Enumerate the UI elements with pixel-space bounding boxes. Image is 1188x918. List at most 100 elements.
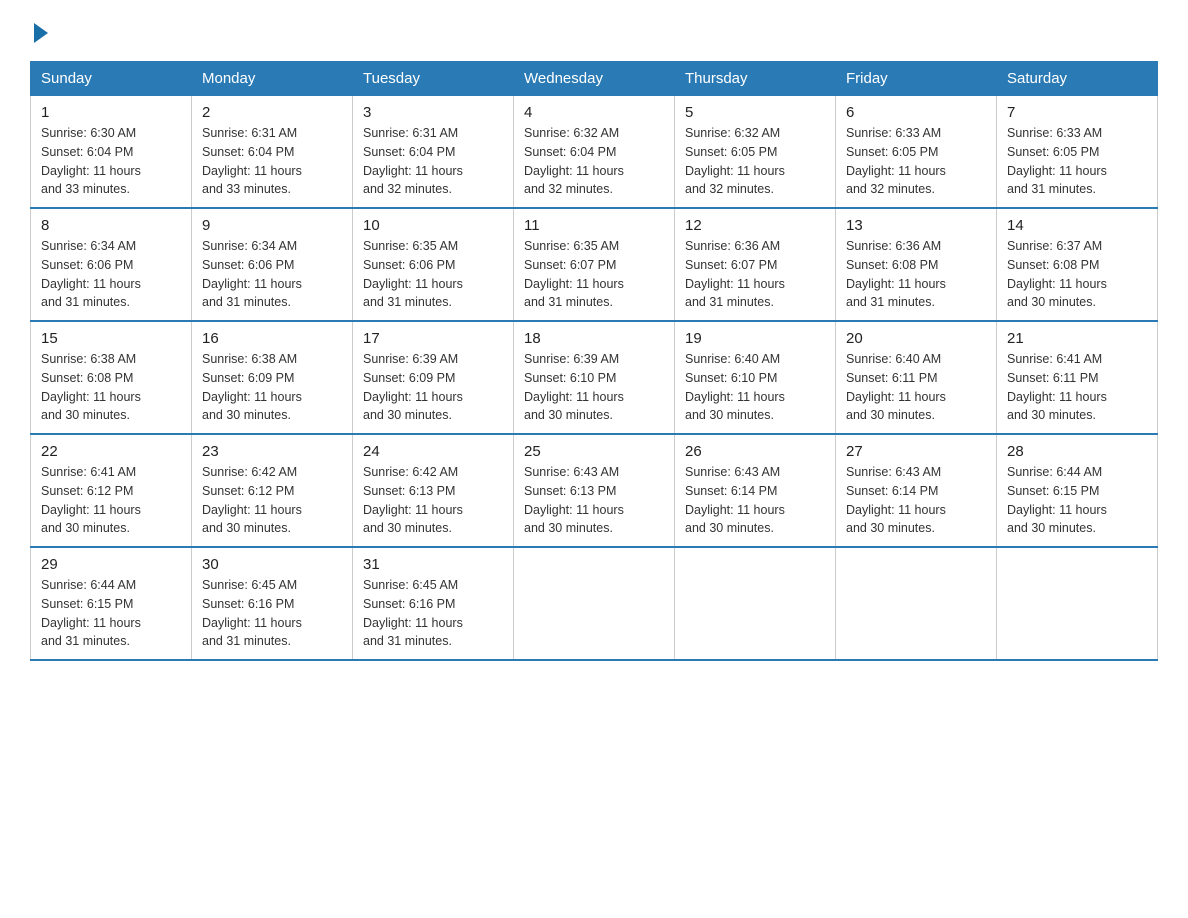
day-info: Sunrise: 6:42 AMSunset: 6:13 PMDaylight:… xyxy=(363,465,463,535)
calendar-cell: 22 Sunrise: 6:41 AMSunset: 6:12 PMDaylig… xyxy=(31,434,192,547)
page-header xyxy=(30,20,1158,43)
calendar-cell: 3 Sunrise: 6:31 AMSunset: 6:04 PMDayligh… xyxy=(353,96,514,209)
calendar-cell: 28 Sunrise: 6:44 AMSunset: 6:15 PMDaylig… xyxy=(997,434,1158,547)
day-info: Sunrise: 6:43 AMSunset: 6:14 PMDaylight:… xyxy=(685,465,785,535)
day-info: Sunrise: 6:40 AMSunset: 6:10 PMDaylight:… xyxy=(685,352,785,422)
header-thursday: Thursday xyxy=(675,62,836,96)
calendar-table: SundayMondayTuesdayWednesdayThursdayFrid… xyxy=(30,61,1158,661)
calendar-cell: 2 Sunrise: 6:31 AMSunset: 6:04 PMDayligh… xyxy=(192,96,353,209)
calendar-cell: 11 Sunrise: 6:35 AMSunset: 6:07 PMDaylig… xyxy=(514,208,675,321)
day-info: Sunrise: 6:31 AMSunset: 6:04 PMDaylight:… xyxy=(202,126,302,196)
day-number: 26 xyxy=(685,443,825,460)
calendar-cell: 26 Sunrise: 6:43 AMSunset: 6:14 PMDaylig… xyxy=(675,434,836,547)
day-info: Sunrise: 6:34 AMSunset: 6:06 PMDaylight:… xyxy=(41,239,141,309)
day-number: 21 xyxy=(1007,330,1147,347)
day-number: 6 xyxy=(846,104,986,121)
calendar-cell: 10 Sunrise: 6:35 AMSunset: 6:06 PMDaylig… xyxy=(353,208,514,321)
day-info: Sunrise: 6:31 AMSunset: 6:04 PMDaylight:… xyxy=(363,126,463,196)
header-monday: Monday xyxy=(192,62,353,96)
calendar-cell: 16 Sunrise: 6:38 AMSunset: 6:09 PMDaylig… xyxy=(192,321,353,434)
day-number: 9 xyxy=(202,217,342,234)
header-saturday: Saturday xyxy=(997,62,1158,96)
calendar-cell: 31 Sunrise: 6:45 AMSunset: 6:16 PMDaylig… xyxy=(353,547,514,660)
calendar-cell: 14 Sunrise: 6:37 AMSunset: 6:08 PMDaylig… xyxy=(997,208,1158,321)
day-info: Sunrise: 6:43 AMSunset: 6:13 PMDaylight:… xyxy=(524,465,624,535)
calendar-cell: 25 Sunrise: 6:43 AMSunset: 6:13 PMDaylig… xyxy=(514,434,675,547)
day-number: 5 xyxy=(685,104,825,121)
calendar-header-row: SundayMondayTuesdayWednesdayThursdayFrid… xyxy=(31,62,1158,96)
calendar-cell: 1 Sunrise: 6:30 AMSunset: 6:04 PMDayligh… xyxy=(31,96,192,209)
day-info: Sunrise: 6:43 AMSunset: 6:14 PMDaylight:… xyxy=(846,465,946,535)
calendar-cell: 4 Sunrise: 6:32 AMSunset: 6:04 PMDayligh… xyxy=(514,96,675,209)
day-number: 10 xyxy=(363,217,503,234)
calendar-cell xyxy=(997,547,1158,660)
calendar-cell: 8 Sunrise: 6:34 AMSunset: 6:06 PMDayligh… xyxy=(31,208,192,321)
day-number: 11 xyxy=(524,217,664,234)
day-info: Sunrise: 6:33 AMSunset: 6:05 PMDaylight:… xyxy=(1007,126,1107,196)
calendar-cell: 27 Sunrise: 6:43 AMSunset: 6:14 PMDaylig… xyxy=(836,434,997,547)
day-number: 19 xyxy=(685,330,825,347)
header-sunday: Sunday xyxy=(31,62,192,96)
day-number: 25 xyxy=(524,443,664,460)
day-info: Sunrise: 6:33 AMSunset: 6:05 PMDaylight:… xyxy=(846,126,946,196)
calendar-cell: 21 Sunrise: 6:41 AMSunset: 6:11 PMDaylig… xyxy=(997,321,1158,434)
logo-arrow-icon xyxy=(34,23,48,43)
week-row-3: 15 Sunrise: 6:38 AMSunset: 6:08 PMDaylig… xyxy=(31,321,1158,434)
day-number: 20 xyxy=(846,330,986,347)
calendar-cell: 20 Sunrise: 6:40 AMSunset: 6:11 PMDaylig… xyxy=(836,321,997,434)
day-info: Sunrise: 6:42 AMSunset: 6:12 PMDaylight:… xyxy=(202,465,302,535)
day-info: Sunrise: 6:40 AMSunset: 6:11 PMDaylight:… xyxy=(846,352,946,422)
day-number: 3 xyxy=(363,104,503,121)
day-info: Sunrise: 6:41 AMSunset: 6:12 PMDaylight:… xyxy=(41,465,141,535)
header-tuesday: Tuesday xyxy=(353,62,514,96)
day-info: Sunrise: 6:35 AMSunset: 6:07 PMDaylight:… xyxy=(524,239,624,309)
day-number: 22 xyxy=(41,443,181,460)
calendar-cell: 9 Sunrise: 6:34 AMSunset: 6:06 PMDayligh… xyxy=(192,208,353,321)
week-row-2: 8 Sunrise: 6:34 AMSunset: 6:06 PMDayligh… xyxy=(31,208,1158,321)
day-number: 8 xyxy=(41,217,181,234)
day-info: Sunrise: 6:32 AMSunset: 6:05 PMDaylight:… xyxy=(685,126,785,196)
day-info: Sunrise: 6:32 AMSunset: 6:04 PMDaylight:… xyxy=(524,126,624,196)
calendar-cell: 13 Sunrise: 6:36 AMSunset: 6:08 PMDaylig… xyxy=(836,208,997,321)
day-info: Sunrise: 6:34 AMSunset: 6:06 PMDaylight:… xyxy=(202,239,302,309)
calendar-cell: 7 Sunrise: 6:33 AMSunset: 6:05 PMDayligh… xyxy=(997,96,1158,209)
calendar-cell: 15 Sunrise: 6:38 AMSunset: 6:08 PMDaylig… xyxy=(31,321,192,434)
calendar-cell: 30 Sunrise: 6:45 AMSunset: 6:16 PMDaylig… xyxy=(192,547,353,660)
day-number: 16 xyxy=(202,330,342,347)
calendar-cell: 29 Sunrise: 6:44 AMSunset: 6:15 PMDaylig… xyxy=(31,547,192,660)
day-number: 24 xyxy=(363,443,503,460)
day-number: 18 xyxy=(524,330,664,347)
calendar-cell: 23 Sunrise: 6:42 AMSunset: 6:12 PMDaylig… xyxy=(192,434,353,547)
day-number: 12 xyxy=(685,217,825,234)
calendar-cell: 6 Sunrise: 6:33 AMSunset: 6:05 PMDayligh… xyxy=(836,96,997,209)
day-number: 30 xyxy=(202,556,342,573)
day-info: Sunrise: 6:36 AMSunset: 6:07 PMDaylight:… xyxy=(685,239,785,309)
day-number: 7 xyxy=(1007,104,1147,121)
day-info: Sunrise: 6:44 AMSunset: 6:15 PMDaylight:… xyxy=(1007,465,1107,535)
week-row-1: 1 Sunrise: 6:30 AMSunset: 6:04 PMDayligh… xyxy=(31,96,1158,209)
day-info: Sunrise: 6:39 AMSunset: 6:10 PMDaylight:… xyxy=(524,352,624,422)
day-info: Sunrise: 6:38 AMSunset: 6:09 PMDaylight:… xyxy=(202,352,302,422)
day-info: Sunrise: 6:37 AMSunset: 6:08 PMDaylight:… xyxy=(1007,239,1107,309)
day-number: 14 xyxy=(1007,217,1147,234)
day-info: Sunrise: 6:41 AMSunset: 6:11 PMDaylight:… xyxy=(1007,352,1107,422)
day-info: Sunrise: 6:45 AMSunset: 6:16 PMDaylight:… xyxy=(202,578,302,648)
day-number: 1 xyxy=(41,104,181,121)
day-number: 2 xyxy=(202,104,342,121)
day-number: 28 xyxy=(1007,443,1147,460)
calendar-cell: 24 Sunrise: 6:42 AMSunset: 6:13 PMDaylig… xyxy=(353,434,514,547)
day-number: 29 xyxy=(41,556,181,573)
calendar-cell xyxy=(675,547,836,660)
calendar-cell: 19 Sunrise: 6:40 AMSunset: 6:10 PMDaylig… xyxy=(675,321,836,434)
day-number: 15 xyxy=(41,330,181,347)
week-row-5: 29 Sunrise: 6:44 AMSunset: 6:15 PMDaylig… xyxy=(31,547,1158,660)
day-info: Sunrise: 6:30 AMSunset: 6:04 PMDaylight:… xyxy=(41,126,141,196)
day-info: Sunrise: 6:45 AMSunset: 6:16 PMDaylight:… xyxy=(363,578,463,648)
day-number: 27 xyxy=(846,443,986,460)
calendar-cell: 12 Sunrise: 6:36 AMSunset: 6:07 PMDaylig… xyxy=(675,208,836,321)
calendar-cell: 18 Sunrise: 6:39 AMSunset: 6:10 PMDaylig… xyxy=(514,321,675,434)
day-info: Sunrise: 6:35 AMSunset: 6:06 PMDaylight:… xyxy=(363,239,463,309)
week-row-4: 22 Sunrise: 6:41 AMSunset: 6:12 PMDaylig… xyxy=(31,434,1158,547)
day-number: 23 xyxy=(202,443,342,460)
day-number: 17 xyxy=(363,330,503,347)
